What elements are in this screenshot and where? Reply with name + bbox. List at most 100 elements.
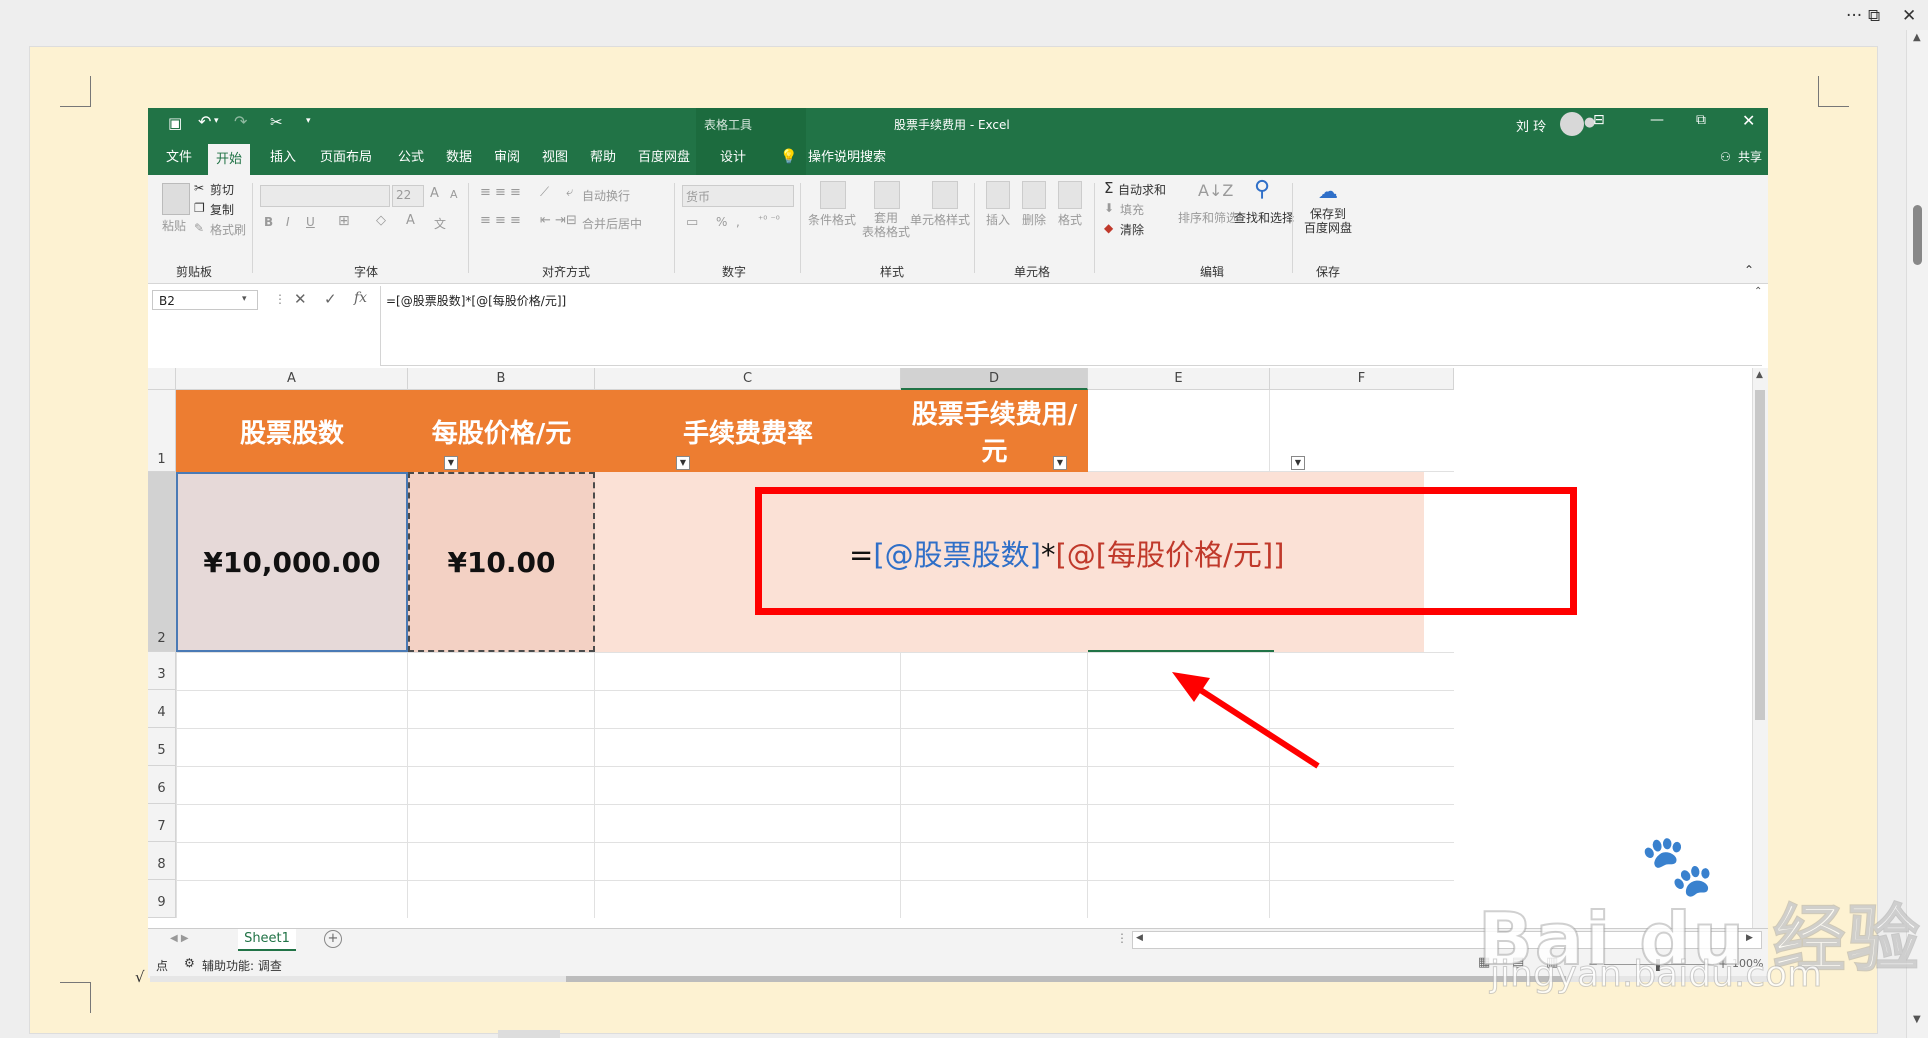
column-header-e[interactable]: E	[1088, 368, 1270, 390]
column-header-d[interactable]: D	[901, 368, 1088, 390]
enter-icon[interactable]: ✓	[324, 290, 337, 308]
find-select-button[interactable]: 查找和选择	[1234, 209, 1294, 226]
fill-color-icon[interactable]: ◇	[376, 213, 386, 228]
ribbon-display-icon[interactable]: ⊟	[1593, 112, 1605, 128]
restore-window-icon[interactable]: ⧉	[1868, 6, 1880, 26]
customize-qat-icon[interactable]: ▾	[306, 116, 311, 126]
phonetic-button[interactable]: 文	[434, 215, 446, 232]
format-cells-icon[interactable]	[1058, 181, 1082, 209]
grow-font-icon[interactable]: A	[430, 186, 439, 201]
undo-icon[interactable]: ↶	[198, 112, 211, 131]
font-color-button[interactable]: A	[406, 213, 415, 228]
select-all-corner[interactable]	[148, 368, 176, 390]
row-header-1[interactable]: 1	[148, 390, 176, 472]
sort-filter-button[interactable]: 排序和筛选	[1178, 209, 1238, 226]
redo-icon[interactable]: ↷	[234, 112, 247, 131]
italic-button[interactable]: I	[286, 215, 290, 229]
insert-cells-button[interactable]: 插入	[986, 211, 1010, 228]
cell-styles-button[interactable]: 单元格样式	[910, 211, 970, 228]
insert-function-button[interactable]: fx	[354, 290, 367, 306]
shrink-font-icon[interactable]: A	[450, 188, 458, 201]
tab-formulas[interactable]: 公式	[390, 140, 432, 175]
add-sheet-icon[interactable]: +	[324, 930, 342, 948]
orientation-icon[interactable]: ⟋	[540, 185, 549, 200]
sheet-tab-sheet1[interactable]: Sheet1	[238, 929, 296, 951]
tab-baidu-netdisk[interactable]: 百度网盘	[630, 140, 698, 175]
filter-dropdown-icon[interactable]: ▼	[444, 456, 458, 470]
filter-dropdown-icon[interactable]: ▼	[1291, 456, 1305, 470]
row-header-2[interactable]: 2	[148, 472, 176, 652]
minimize-icon[interactable]: —	[1650, 112, 1664, 128]
restore-icon[interactable]: ⧉	[1696, 112, 1706, 128]
insert-cells-icon[interactable]	[986, 181, 1010, 209]
user-name[interactable]: 刘 玲	[1516, 116, 1546, 135]
row-header-9[interactable]: 9	[148, 880, 176, 918]
formula-expand-icon[interactable]: ⌃	[1754, 286, 1762, 297]
collapse-ribbon-icon[interactable]: ⌃	[1744, 263, 1754, 277]
tab-help[interactable]: 帮助	[582, 140, 624, 175]
close-icon[interactable]: ✕	[1742, 111, 1755, 130]
borders-icon[interactable]: ⊞	[338, 213, 350, 229]
paste-icon[interactable]	[162, 183, 190, 215]
align-top-icon[interactable]: ≡ ≡ ≡	[480, 185, 521, 200]
cancel-icon[interactable]: ✕	[294, 290, 307, 308]
format-cells-button[interactable]: 格式	[1058, 211, 1082, 228]
tab-insert[interactable]: 插入	[262, 140, 304, 175]
autosum-button[interactable]: 自动求和	[1118, 181, 1166, 198]
table-header-shares[interactable]: 股票股数	[176, 390, 408, 472]
row-header-5[interactable]: 5	[148, 728, 176, 766]
scroll-up-icon[interactable]: ▲	[1756, 370, 1763, 380]
bottom-scroll-thumb[interactable]	[498, 1030, 560, 1038]
close-window-icon[interactable]: ✕	[1902, 6, 1916, 26]
row-header-7[interactable]: 7	[148, 804, 176, 842]
underline-button[interactable]: U	[306, 215, 315, 229]
tab-data[interactable]: 数据	[438, 140, 480, 175]
viewer-scroll-thumb[interactable]	[1913, 205, 1922, 265]
share-button[interactable]: 共享	[1730, 140, 1768, 175]
row-header-8[interactable]: 8	[148, 842, 176, 880]
tab-file[interactable]: 文件	[158, 140, 200, 175]
save-to-netdisk-button[interactable]: 保存到 百度网盘	[1304, 207, 1352, 235]
wrap-text-button[interactable]: 自动换行	[582, 187, 630, 204]
cell-b2[interactable]: ¥10.00	[408, 472, 595, 652]
filter-dropdown-icon[interactable]: ▼	[1053, 456, 1067, 470]
table-format-icon[interactable]	[874, 181, 900, 209]
tab-view[interactable]: 视图	[534, 140, 576, 175]
format-painter-button[interactable]: 格式刷	[210, 221, 246, 238]
cell-styles-icon[interactable]	[932, 181, 958, 209]
comma-button[interactable]: ,	[736, 215, 740, 229]
accessibility-status[interactable]: 辅助功能: 调查	[202, 957, 282, 974]
conditional-format-icon[interactable]	[820, 181, 846, 209]
avatar[interactable]	[1560, 112, 1584, 136]
tab-design[interactable]: 设计	[712, 140, 754, 175]
scroll-up-icon[interactable]: ▲	[1913, 32, 1921, 43]
row-header-3[interactable]: 3	[148, 652, 176, 690]
copy-button[interactable]: 复制	[210, 201, 234, 218]
tab-review[interactable]: 审阅	[486, 140, 528, 175]
table-header-price[interactable]: 每股价格/元	[408, 390, 595, 472]
table-format-button[interactable]: 套用 表格格式	[862, 211, 910, 239]
scroll-left-icon[interactable]: ◀	[1136, 933, 1143, 943]
column-header-a[interactable]: A	[176, 368, 408, 390]
delete-cells-icon[interactable]	[1022, 181, 1046, 209]
clear-button[interactable]: 清除	[1120, 221, 1144, 238]
font-name-box[interactable]	[260, 185, 390, 207]
column-header-c[interactable]: C	[595, 368, 901, 390]
formula-input-box[interactable]	[380, 286, 1762, 366]
cut-button[interactable]: 剪切	[210, 181, 234, 198]
scissors-icon[interactable]: ✂	[270, 113, 283, 131]
column-header-f[interactable]: F	[1270, 368, 1454, 390]
undo-dropdown-icon[interactable]: ▾	[214, 116, 219, 126]
prev-sheet-icon[interactable]: ◀ ▶	[170, 933, 189, 944]
row-header-6[interactable]: 6	[148, 766, 176, 804]
decimal-icon[interactable]: ⁺⁰ ⁻⁰	[758, 215, 780, 226]
tab-page-layout[interactable]: 页面布局	[312, 140, 380, 175]
indent-icon[interactable]: ⇤ ⇥	[540, 213, 566, 228]
doc-horizontal-thumb[interactable]	[566, 976, 1566, 982]
table-header-fee-rate[interactable]: 手续费费率	[595, 390, 901, 472]
conditional-format-button[interactable]: 条件格式	[808, 211, 856, 228]
save-icon[interactable]: ▣	[168, 114, 182, 132]
bold-button[interactable]: B	[264, 215, 273, 229]
merge-center-button[interactable]: 合并后居中	[582, 215, 642, 232]
tab-home[interactable]: 开始	[208, 144, 251, 175]
